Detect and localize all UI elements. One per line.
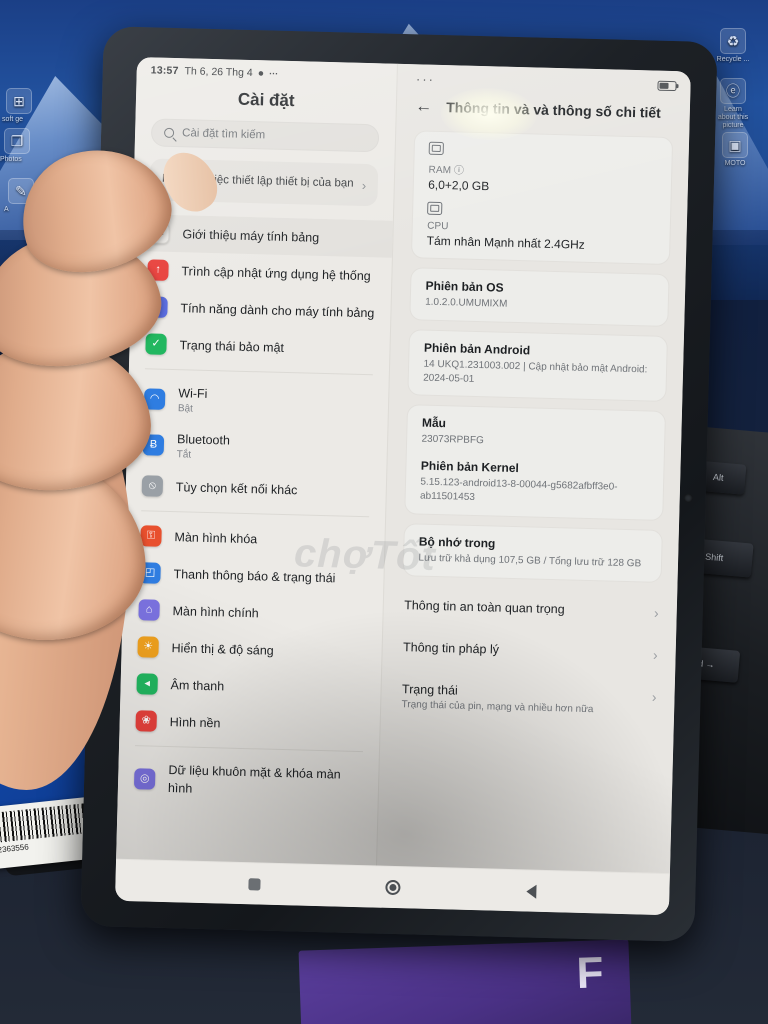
- page-title: Cài đặt: [237, 89, 295, 111]
- info-card-value: 1.0.2.0.UMUMIXM: [425, 296, 508, 310]
- info-card-storage: Bộ nhớ trong Lưu trữ khả dụng 107,5 GB /…: [402, 522, 663, 583]
- status-bar-date: Th 6, 26 Thg 4: [184, 65, 253, 80]
- search-placeholder: Cài đặt tìm kiếm: [181, 127, 266, 142]
- row-legal-info[interactable]: Thông tin pháp lý ›: [401, 627, 661, 676]
- about-device-panel: ··· ← Thông tin và và thông số chi tiết …: [376, 63, 691, 874]
- sidebar-item-sublabel: Bật: [177, 403, 194, 415]
- chevron-right-icon: ›: [651, 688, 657, 705]
- chevron-right-icon: ›: [653, 604, 659, 621]
- desktop-icon-recycle-bin[interactable]: ♻ Recycle ...: [716, 28, 750, 64]
- sidebar-item-label: Trạng thái bảo mật: [179, 337, 285, 355]
- panel-title: Thông tin và và thông số chi tiết: [446, 99, 662, 121]
- sidebar-item-label: Màn hình khóa: [174, 529, 258, 546]
- sidebar-item-label: Wi-Fi: [178, 386, 208, 401]
- info-card-value: 14 UKQ1.231003.002 | Cập nhật bảo mật An…: [423, 358, 648, 385]
- desktop-icon-microsoft-store[interactable]: ⊞ soft ge: [2, 88, 36, 124]
- row-status[interactable]: Trạng thái Trạng thái của pin, mạng và n…: [399, 669, 659, 730]
- chevron-right-icon: ›: [361, 177, 367, 193]
- back-arrow-icon[interactable]: ←: [415, 96, 432, 116]
- purple-product-box: F: [298, 939, 632, 1024]
- status-bar-time: 13:57: [150, 64, 179, 78]
- row-title: Thông tin an toàn quan trọng: [404, 597, 565, 616]
- box-logo: F: [575, 948, 607, 999]
- desktop-icon-label: soft ge: [2, 116, 24, 123]
- alarm-icon: ⏺: [258, 67, 264, 78]
- moto-app-icon: ▣: [722, 132, 748, 158]
- row-title: Thông tin pháp lý: [402, 639, 500, 657]
- edge-browser-icon: ⓔ: [720, 78, 746, 104]
- sidebar-item-label: Tính năng dành cho máy tính bảng: [180, 300, 375, 320]
- panel-header: ← Thông tin và và thông số chi tiết: [397, 86, 691, 138]
- row-title: Trạng thái: [401, 681, 459, 698]
- photo-scene: ♻ Recycle ... ⓔ Learn about this picture…: [0, 0, 768, 1024]
- info-card-value: Lưu trữ khả dụng 107,5 GB / Tổng lưu trữ…: [418, 552, 642, 570]
- sidebar-item-label: Bluetooth: [176, 432, 231, 448]
- sidebar-item-label: Thanh thông báo & trạng thái: [173, 566, 336, 585]
- sidebar-item-label: Dữ liệu khuôn mặt & khóa màn hình: [167, 763, 341, 796]
- sidebar-item-label: Giới thiệu máy tính bảng: [182, 226, 320, 245]
- desktop-icon-label: MOTO: [724, 160, 746, 167]
- sidebar-item-label: Hiển thị & độ sáng: [171, 640, 274, 658]
- battery-icon: [657, 80, 677, 91]
- overflow-menu-icon[interactable]: ···: [416, 71, 435, 86]
- recycle-bin-icon: ♻: [720, 28, 746, 54]
- about-device-body: RAM ⓘ 6,0+2,0 GB CPU Tám nhân Mạnh nhất …: [377, 130, 689, 873]
- hand-holding-tablet: [0, 131, 228, 840]
- desktop-icon-label: Learn about this picture: [717, 106, 749, 130]
- row-safety-info[interactable]: Thông tin an toàn quan trọng ›: [402, 585, 662, 634]
- sidebar-item-sublabel: Tắt: [176, 449, 192, 461]
- info-card-android-version: Phiên bản Android 14 UKQ1.231003.002 | C…: [407, 329, 668, 403]
- search-icon: [163, 127, 175, 138]
- spec-card-ram: RAM ⓘ 6,0+2,0 GB CPU Tám nhân Mạnh nhất …: [411, 130, 674, 266]
- chevron-right-icon: ›: [652, 646, 658, 663]
- home-circle-icon[interactable]: [385, 879, 402, 896]
- recents-square-icon[interactable]: [248, 877, 261, 891]
- ram-chip-icon: [429, 141, 445, 156]
- info-card-model: Mẫu 23073RPBFG Phiên bản Kernel 5.15.123…: [404, 404, 666, 521]
- cpu-chip-icon: [427, 201, 443, 216]
- sidebar-item-label: Trình cập nhật ứng dụng hệ thống: [181, 263, 371, 283]
- search-input[interactable]: Cài đặt tìm kiếm: [150, 118, 380, 153]
- desktop-icon-moto[interactable]: ▣ MOTO: [718, 132, 752, 168]
- desktop-icon-label: Recycle ...: [716, 56, 750, 63]
- back-triangle-icon[interactable]: [526, 883, 537, 899]
- info-card-os-version: Phiên bản OS 1.0.2.0.UMUMIXM: [409, 267, 670, 327]
- info-card-value: 5.15.123-android13-8-00044-g5682afbff3e0…: [419, 476, 618, 503]
- sidebar-item-label: Màn hình chính: [172, 603, 259, 620]
- microsoft-store-icon: ⊞: [6, 88, 32, 114]
- desktop-icon-edge[interactable]: ⓔ Learn about this picture: [716, 78, 750, 130]
- status-more-icon: ···: [269, 68, 279, 79]
- sidebar-item-label: Tùy chọn kết nối khác: [175, 479, 298, 497]
- row-subtitle: Trạng thái của pin, mạng và nhiều hơn nữ…: [401, 698, 594, 715]
